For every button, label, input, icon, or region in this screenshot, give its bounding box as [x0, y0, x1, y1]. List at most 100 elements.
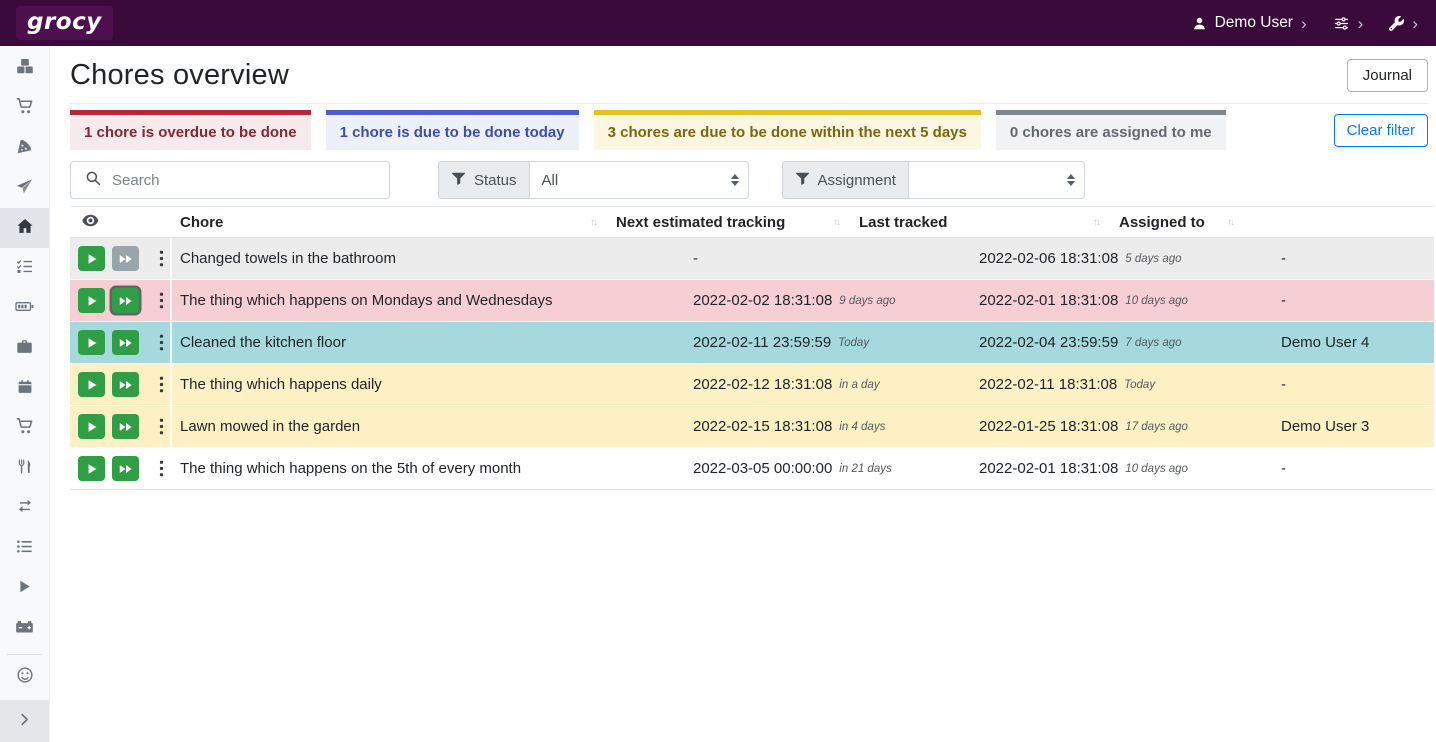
- header-last-label: Last tracked: [859, 214, 947, 231]
- pizza-slice-icon: [16, 138, 33, 159]
- last-tracked-relative: 7 days ago: [1125, 337, 1181, 349]
- assignment-filter-label: Assignment: [782, 161, 909, 199]
- last-tracked-relative: 17 days ago: [1125, 421, 1188, 433]
- track-chore-button[interactable]: [78, 456, 105, 481]
- header-spacer: [1245, 207, 1434, 237]
- chevron-right-icon: ›: [1301, 15, 1307, 32]
- track-chore-button[interactable]: [78, 372, 105, 397]
- sidebar-item-consume[interactable]: [0, 448, 49, 488]
- column-visibility-toggle[interactable]: [70, 207, 172, 237]
- table-row: Cleaned the kitchen floor 2022-02-11 23:…: [70, 321, 1434, 363]
- search-input[interactable]: [110, 162, 389, 198]
- chevron-right-icon: [17, 712, 32, 731]
- car-battery-icon: [15, 618, 34, 639]
- row-menu-icon[interactable]: [155, 374, 168, 395]
- skip-chore-button[interactable]: [112, 372, 139, 397]
- shopping-cart-icon: [16, 417, 34, 439]
- sidebar-item-chore-tracking[interactable]: [0, 568, 49, 608]
- row-menu-icon[interactable]: [155, 458, 168, 479]
- sidebar-expand-toggle[interactable]: [0, 700, 49, 742]
- row-controls: [70, 364, 172, 405]
- track-chore-button[interactable]: [78, 246, 105, 271]
- last-tracked-time: 2022-02-06 18:31:08: [979, 250, 1118, 267]
- filter-funnel-icon: [451, 171, 466, 190]
- sidebar-item-shopping-list[interactable]: [0, 88, 49, 128]
- row-menu-icon[interactable]: [155, 248, 168, 269]
- sidebar-item-transfer[interactable]: [0, 488, 49, 528]
- journal-button[interactable]: Journal: [1347, 59, 1428, 92]
- chevron-right-icon: ›: [1358, 15, 1364, 32]
- header-chore-label: Chore: [180, 214, 223, 231]
- sidebar-item-calendar[interactable]: [0, 368, 49, 408]
- assigned-to: Demo User 4: [1273, 322, 1434, 363]
- skip-chore-button[interactable]: [112, 330, 139, 355]
- sidebar-item-batteries-overview[interactable]: [0, 288, 49, 328]
- wrench-icon: [1389, 16, 1404, 31]
- next-tracking-cell: 2022-03-05 00:00:00 in 21 days: [685, 448, 971, 489]
- home-icon: [16, 217, 34, 239]
- settings-menu[interactable]: ›: [1333, 15, 1364, 32]
- exchange-icon: [16, 498, 34, 518]
- status-card-due-today[interactable]: 1 chore is due to be done today: [326, 110, 579, 150]
- status-card-overdue[interactable]: 1 chore is overdue to be done: [70, 110, 311, 150]
- status-card-due-soon[interactable]: 3 chores are due to be done within the n…: [594, 110, 981, 150]
- row-controls: [70, 322, 172, 363]
- header-chore[interactable]: Chore ↑↓: [172, 207, 608, 237]
- table-body: Changed towels in the bathroom - 2022-02…: [70, 238, 1434, 490]
- chore-name: The thing which happens daily: [172, 364, 685, 405]
- assigned-to: -: [1273, 280, 1434, 321]
- row-menu-icon[interactable]: [155, 290, 168, 311]
- track-chore-button[interactable]: [78, 288, 105, 313]
- next-tracking-time: 2022-02-11 23:59:59: [693, 334, 831, 351]
- row-controls: [70, 280, 172, 321]
- track-chore-button[interactable]: [78, 330, 105, 355]
- status-select[interactable]: All: [530, 161, 749, 199]
- skip-chore-button[interactable]: [112, 456, 139, 481]
- clear-filter-button[interactable]: Clear filter: [1334, 114, 1428, 147]
- sidebar-item-recipes[interactable]: [0, 128, 49, 168]
- status-card-assigned-to-me[interactable]: 0 chores are assigned to me: [996, 110, 1226, 150]
- sidebar-item-chores-overview[interactable]: [0, 208, 49, 248]
- grocy-logo[interactable]: grocy: [16, 6, 113, 40]
- skip-chore-button[interactable]: [112, 246, 139, 271]
- select-caret-icon: [731, 174, 739, 186]
- sidebar-item-equipment[interactable]: [0, 328, 49, 368]
- status-filter-group: Status All: [438, 161, 749, 199]
- admin-menu[interactable]: ›: [1389, 15, 1418, 32]
- last-tracked-time: 2022-02-11 18:31:08: [979, 376, 1117, 393]
- sort-icon: ↑↓: [1093, 217, 1099, 228]
- table-row: The thing which happens daily 2022-02-12…: [70, 363, 1434, 405]
- sidebar-item-smiley[interactable]: [0, 657, 49, 697]
- sidebar-item-inventory[interactable]: [0, 528, 49, 568]
- sidebar-item-purchase[interactable]: [0, 408, 49, 448]
- last-tracked-relative: 5 days ago: [1125, 253, 1181, 265]
- assignment-select[interactable]: [909, 161, 1085, 199]
- header-last-tracked[interactable]: Last tracked ↑↓: [851, 207, 1111, 237]
- row-controls: [70, 448, 172, 489]
- sidebar-item-stock-overview[interactable]: [0, 48, 49, 88]
- sidebar-item-tasks[interactable]: [0, 248, 49, 288]
- filter-bar: Status All Assignment: [70, 161, 1428, 199]
- chore-name: Changed towels in the bathroom: [172, 238, 685, 279]
- track-chore-button[interactable]: [78, 414, 105, 439]
- header-assigned-to[interactable]: Assigned to ↑↓: [1111, 207, 1245, 237]
- user-menu[interactable]: Demo User ›: [1192, 14, 1307, 32]
- assigned-to: -: [1273, 448, 1434, 489]
- assigned-to: -: [1273, 238, 1434, 279]
- last-tracked-time: 2022-01-25 18:31:08: [979, 418, 1118, 435]
- chevron-right-icon: ›: [1412, 15, 1418, 32]
- header-next-estimated-tracking[interactable]: Next estimated tracking ↑↓: [608, 207, 851, 237]
- row-menu-icon[interactable]: [155, 332, 168, 353]
- sliders-icon: [1333, 16, 1350, 31]
- last-tracked-cell: 2022-02-04 23:59:59 7 days ago: [971, 322, 1273, 363]
- chore-name: Lawn mowed in the garden: [172, 406, 685, 447]
- sort-icon: ↑↓: [1227, 217, 1233, 228]
- briefcase-icon: [16, 338, 33, 359]
- sidebar-item-meal-plan[interactable]: [0, 168, 49, 208]
- skip-chore-button[interactable]: [112, 288, 139, 313]
- table-row: The thing which happens on the 5th of ev…: [70, 447, 1434, 489]
- sidebar-item-battery-tracking[interactable]: [0, 608, 49, 648]
- row-menu-icon[interactable]: [155, 416, 168, 437]
- skip-chore-button[interactable]: [112, 414, 139, 439]
- paper-plane-icon: [16, 178, 33, 199]
